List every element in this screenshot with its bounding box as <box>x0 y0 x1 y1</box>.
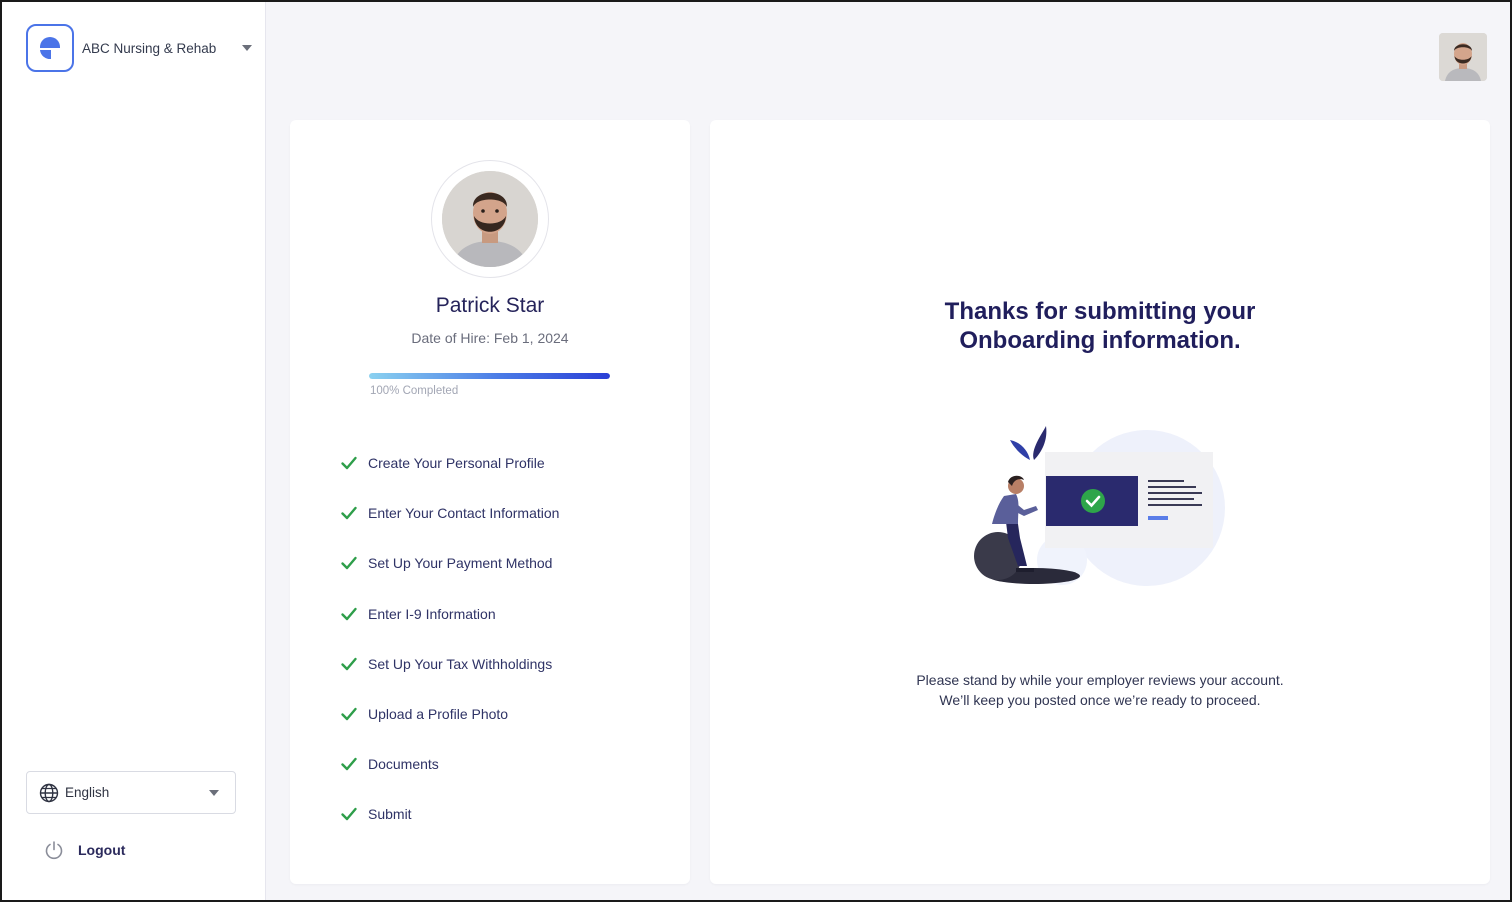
check-icon <box>341 557 357 570</box>
check-icon <box>341 808 357 821</box>
step-label: Set Up Your Tax Withholdings <box>368 655 553 672</box>
step-label: Set Up Your Payment Method <box>368 555 553 572</box>
onboarding-step[interactable]: Create Your Personal Profile <box>340 453 660 503</box>
standby-line1: Please stand by while your employer revi… <box>916 672 1284 688</box>
profile-name: Patrick Star <box>435 294 545 317</box>
power-icon <box>45 841 63 860</box>
progress-bar <box>369 373 610 379</box>
sidebar: ABC Nursing & Rehab English Logout <box>0 0 266 902</box>
step-label: Upload a Profile Photo <box>368 705 509 722</box>
check-icon <box>341 506 357 520</box>
person-photo <box>1439 33 1487 81</box>
progress-label: 100% Completed <box>370 385 459 397</box>
onboarding-step[interactable]: Enter I-9 Information <box>340 604 660 654</box>
thanks-title-line1: Thanks for submitting your <box>944 298 1256 325</box>
onboarding-step[interactable]: Upload a Profile Photo <box>340 704 660 754</box>
check-icon <box>341 657 357 670</box>
globe-icon <box>39 783 59 802</box>
step-label: Documents <box>368 756 439 773</box>
check-icon <box>341 757 357 771</box>
profile-avatar <box>431 160 549 278</box>
step-label: Create Your Personal Profile <box>368 455 545 471</box>
person-photo <box>442 171 538 267</box>
onboarding-steps: Create Your Personal Profile Enter Your C… <box>340 453 660 855</box>
step-label: Enter Your Contact Information <box>368 505 560 522</box>
onboarding-step[interactable]: Set Up Your Tax Withholdings <box>340 654 660 704</box>
standby-line2: We’ll keep you posted once we’re ready t… <box>939 692 1261 708</box>
onboarding-step[interactable]: Submit <box>340 804 660 854</box>
standby-message: Please stand by while your employer revi… <box>710 670 1490 710</box>
brand-logo-icon <box>26 24 74 72</box>
progress-fill <box>369 373 610 379</box>
submission-illustration <box>974 426 1225 586</box>
thanks-title: Thanks for submitting your Onboarding in… <box>710 297 1490 355</box>
chevron-down-icon <box>242 45 252 51</box>
result-card: Thanks for submitting your Onboarding in… <box>710 120 1490 884</box>
check-icon <box>341 707 357 721</box>
language-label: English <box>65 785 110 800</box>
onboarding-step[interactable]: Documents <box>340 754 660 804</box>
step-label: Submit <box>368 806 412 823</box>
onboarding-step[interactable]: Enter Your Contact Information <box>340 503 660 553</box>
hire-date: Date of Hire: Feb 1, 2024 <box>411 330 569 346</box>
step-label: Enter I-9 Information <box>368 605 496 622</box>
profile-card: Patrick Star Date of Hire: Feb 1, 2024 1… <box>290 120 690 884</box>
chevron-down-icon <box>209 789 219 796</box>
logout-label: Logout <box>78 842 126 858</box>
language-select[interactable]: English <box>26 771 236 814</box>
check-icon <box>341 456 357 470</box>
onboarding-step[interactable]: Set Up Your Payment Method <box>340 553 660 603</box>
org-name: ABC Nursing & Rehab <box>82 40 217 56</box>
user-avatar[interactable] <box>1439 33 1487 81</box>
org-switcher[interactable]: ABC Nursing & Rehab <box>26 24 256 72</box>
logout-button[interactable]: Logout <box>44 838 125 862</box>
check-icon <box>341 607 357 620</box>
thanks-title-line2: Onboarding information. <box>959 327 1241 354</box>
